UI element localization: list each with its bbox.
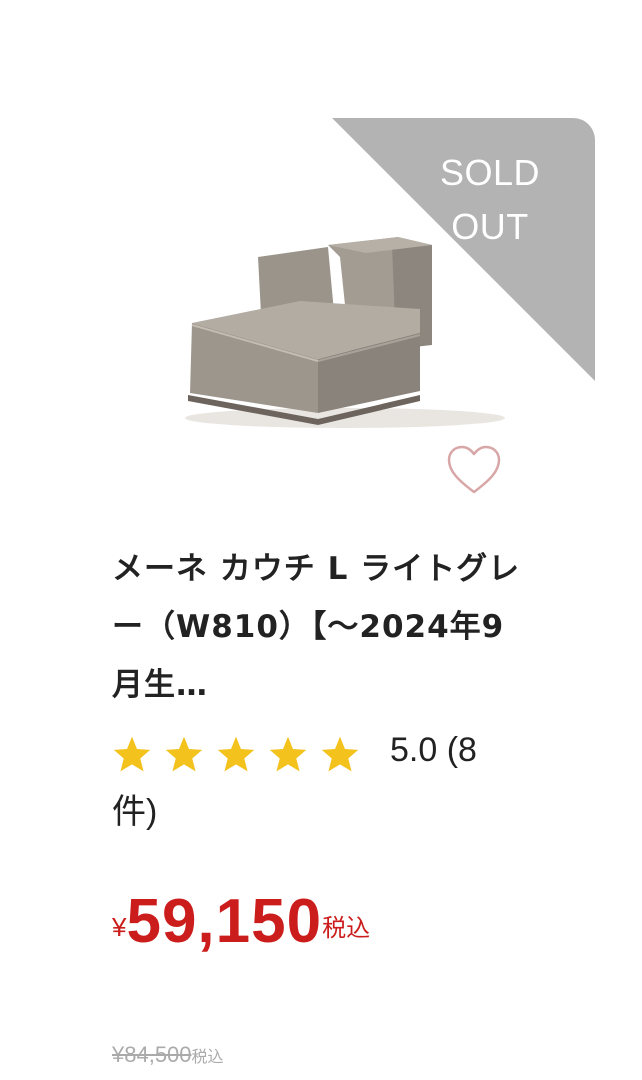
star-icon: [165, 736, 203, 772]
sold-out-label-line1: SOLD: [439, 152, 541, 193]
product-card[interactable]: SOLD OUT メーネ カウチ L ライトグレー（W810）【～2024年9月…: [0, 0, 642, 1080]
sold-out-label-line2: OUT: [451, 206, 529, 247]
product-title[interactable]: メーネ カウチ L ライトグレー（W810）【～2024年9月生…: [112, 540, 522, 714]
star-rating: [112, 722, 372, 782]
star-icon: [321, 736, 359, 772]
star-icon: [113, 736, 151, 772]
product-image-area[interactable]: SOLD OUT: [110, 118, 595, 428]
currency-symbol: ¥: [112, 912, 127, 942]
star-icon: [269, 736, 307, 772]
rating-score: 5.0: [390, 731, 438, 769]
heart-outline-icon[interactable]: [446, 444, 502, 496]
original-price-amount: ¥84,500: [112, 1042, 192, 1067]
sale-price: ¥59,150税込: [112, 886, 370, 957]
original-tax-label: 税込: [191, 1049, 224, 1066]
star-icon: [217, 736, 255, 772]
price-amount: 59,150: [126, 887, 323, 956]
tax-label: 税込: [322, 915, 371, 942]
rating: 5.0 (8件): [112, 720, 522, 842]
original-price: ¥84,500税込: [112, 1042, 224, 1068]
sold-out-badge: SOLD OUT: [332, 118, 595, 381]
